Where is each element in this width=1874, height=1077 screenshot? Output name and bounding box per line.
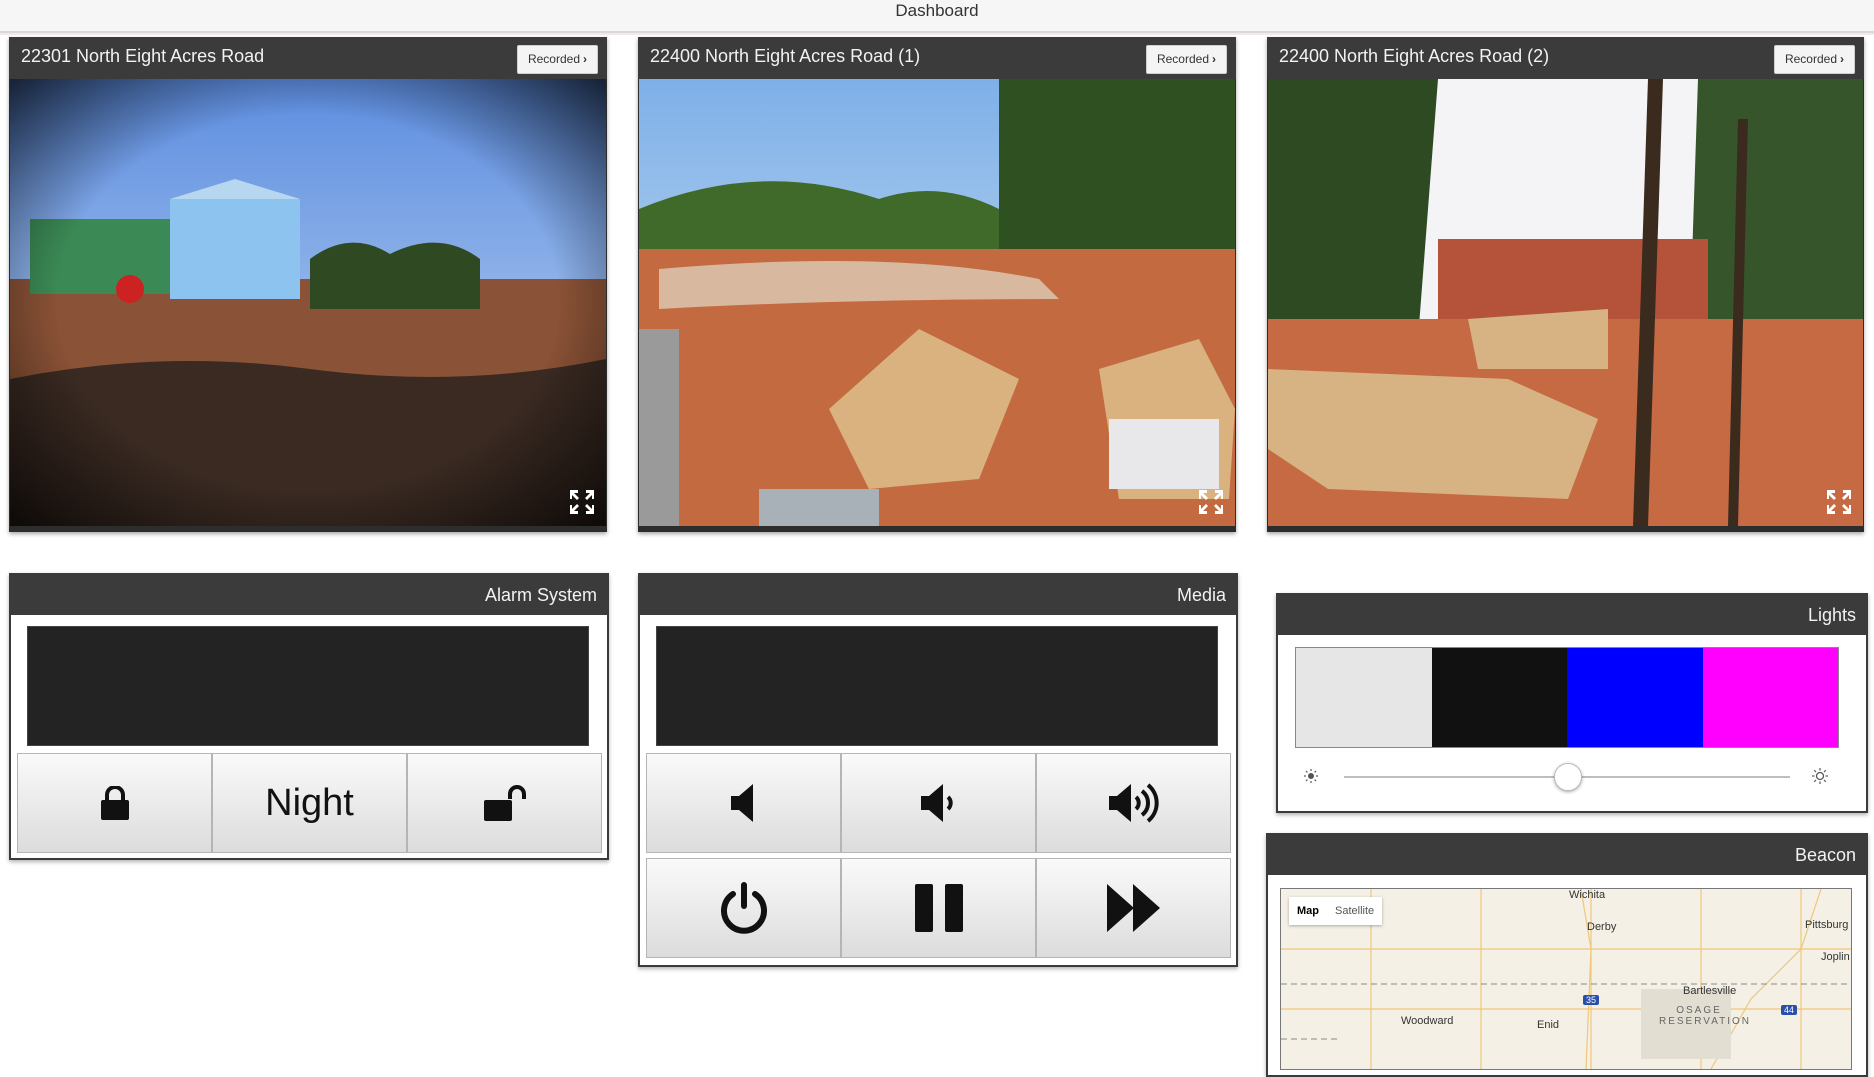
camera-header: 22400 North Eight Acres Road (1) Recorde… [638,37,1236,79]
power-button[interactable] [646,858,841,958]
satellite-button[interactable]: Satellite [1327,897,1382,925]
color-swatches [1295,647,1839,748]
camera-title: 22400 North Eight Acres Road (2) [1279,46,1550,66]
color-swatch[interactable] [1296,648,1432,747]
map-city-label: Enid [1537,1019,1560,1031]
night-button[interactable]: Night [212,753,407,853]
widget-title: Lights [1278,595,1866,635]
volume-down-button[interactable] [841,753,1036,853]
camera-feed[interactable] [639,79,1235,526]
media-widget: Media [638,573,1238,967]
widget-title: Media [640,575,1236,615]
alarm-display [27,626,589,746]
recorded-label: Recorded [1784,52,1837,66]
pause-icon [914,884,963,932]
volume-down-icon [920,784,953,822]
map-city-label: Woodward [1401,1015,1454,1027]
camera-image [10,79,606,526]
expand-icon[interactable] [1825,488,1853,516]
recorded-label: Recorded [1156,52,1209,66]
camera-feed[interactable] [1268,79,1863,526]
media-display [656,626,1218,746]
brightness-slider[interactable] [1344,763,1790,791]
unlock-icon [483,785,526,821]
page-title: Dashboard [895,1,979,20]
lights-widget: Lights [1276,593,1868,813]
brightness-high-icon [1812,768,1828,784]
brightness-slider-knob[interactable] [1554,763,1582,791]
expand-icon[interactable] [1197,488,1225,516]
camera-title: 22301 North Eight Acres Road [21,46,265,66]
camera-feed[interactable] [10,79,606,526]
highway-shield-icon: 35 [1583,995,1600,1005]
map-city-label: Wichita [1569,889,1606,901]
map-region-label: OSAGE RESERVATION [1659,1005,1752,1027]
volume-off-icon [730,784,753,822]
camera-image [1268,79,1863,526]
lock-icon [100,786,129,820]
highway-shield-icon: 44 [1781,1005,1798,1015]
color-swatch[interactable] [1702,648,1838,747]
chevron-right-icon: › [583,52,587,66]
pause-button[interactable] [841,858,1036,958]
recorded-button[interactable]: Recorded › [1145,45,1227,74]
top-bar: Dashboard [0,0,1874,33]
volume-up-icon [1108,783,1159,823]
map-city-label: Pittsburg [1805,919,1849,931]
map-city-label: Derby [1587,921,1617,933]
widget-title: Beacon [1268,835,1866,875]
chevron-right-icon: › [1212,52,1216,66]
brightness-low-icon [1304,769,1318,783]
expand-icon[interactable] [568,488,596,516]
map-button[interactable]: Map [1289,897,1327,925]
beacon-widget: Beacon Map Satellite Wichita Derby Pitts… [1266,833,1868,1077]
recorded-label: Recorded [527,52,580,66]
fast-forward-icon [1106,884,1160,932]
fast-forward-button[interactable] [1036,858,1231,958]
night-label: Night [265,781,354,824]
map-type-control: Map Satellite [1289,897,1383,925]
recorded-button[interactable]: Recorded › [1773,45,1855,74]
map-city-label: Bartlesville [1683,985,1737,997]
volume-mute-button[interactable] [646,753,841,853]
lock-button[interactable] [17,753,212,853]
camera-title: 22400 North Eight Acres Road (1) [650,46,921,66]
beacon-map[interactable]: Map Satellite Wichita Derby Pittsburg Jo… [1280,888,1852,1070]
camera-header: 22400 North Eight Acres Road (2) Recorde… [1267,37,1864,79]
power-icon [720,882,767,934]
camera-image [639,79,1235,526]
camera-panel-2: 22400 North Eight Acres Road (1) Recorde… [638,37,1236,532]
color-swatch[interactable] [1431,648,1567,747]
chevron-right-icon: › [1840,52,1844,66]
unlock-button[interactable] [407,753,602,853]
map-city-label: Joplin [1821,951,1850,963]
camera-header: 22301 North Eight Acres Road Recorded › [9,37,607,79]
camera-panel-3: 22400 North Eight Acres Road (2) Recorde… [1267,37,1864,532]
volume-up-button[interactable] [1036,753,1231,853]
color-swatch[interactable] [1567,648,1703,747]
widget-title: Alarm System [11,575,607,615]
alarm-system-widget: Alarm System Night [9,573,609,860]
recorded-button[interactable]: Recorded › [516,45,598,74]
camera-panel-1: 22301 North Eight Acres Road Recorded › [9,37,607,532]
